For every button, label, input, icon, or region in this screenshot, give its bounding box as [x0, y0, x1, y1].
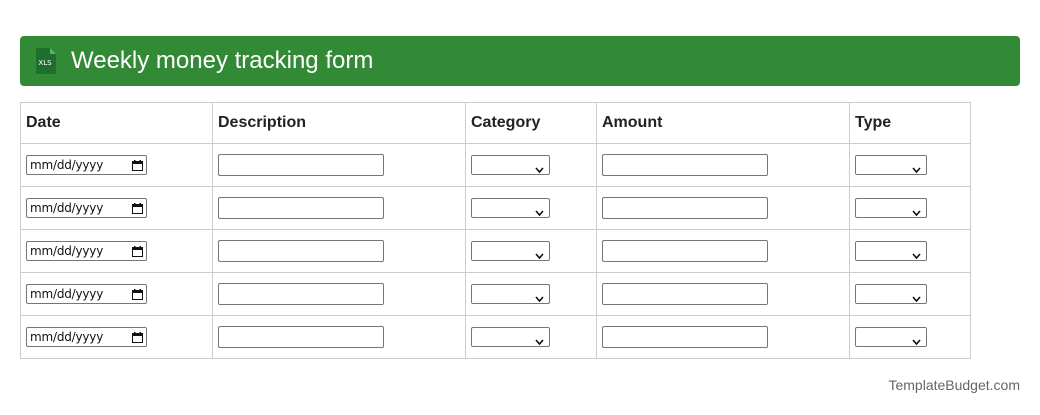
- chevron-down-icon: [535, 161, 544, 174]
- description-cell: [212, 315, 466, 359]
- description-input[interactable]: [218, 154, 384, 176]
- description-input[interactable]: [218, 197, 384, 219]
- date-input[interactable]: mm/dd/yyyy: [26, 241, 147, 261]
- category-cell: [465, 143, 597, 187]
- amount-cell: [596, 315, 850, 359]
- type-select[interactable]: [855, 284, 927, 304]
- date-placeholder: mm/dd/yyyy: [30, 201, 104, 215]
- description-cell: [212, 229, 466, 273]
- xls-icon-label: XLS: [38, 59, 52, 67]
- chevron-down-icon: [912, 247, 921, 260]
- date-cell: mm/dd/yyyy: [20, 143, 213, 187]
- table-row: mm/dd/yyyy: [20, 143, 971, 187]
- amount-cell: [596, 229, 850, 273]
- date-input[interactable]: mm/dd/yyyy: [26, 327, 147, 347]
- money-tracking-table: Date Description Category Amount Type mm…: [20, 102, 971, 359]
- date-cell: mm/dd/yyyy: [20, 272, 213, 316]
- description-cell: [212, 186, 466, 230]
- column-header-description: Description: [212, 102, 466, 144]
- column-header-type: Type: [849, 102, 971, 144]
- description-input[interactable]: [218, 283, 384, 305]
- amount-input[interactable]: [602, 240, 768, 262]
- category-select[interactable]: [471, 198, 550, 218]
- category-cell: [465, 315, 597, 359]
- table-row: mm/dd/yyyy: [20, 229, 971, 273]
- calendar-icon[interactable]: [132, 159, 143, 171]
- category-cell: [465, 272, 597, 316]
- chevron-down-icon: [535, 290, 544, 303]
- amount-input[interactable]: [602, 283, 768, 305]
- amount-cell: [596, 143, 850, 187]
- date-input[interactable]: mm/dd/yyyy: [26, 284, 147, 304]
- column-header-amount: Amount: [596, 102, 850, 144]
- table-header-row: Date Description Category Amount Type: [20, 102, 971, 144]
- table-row: mm/dd/yyyy: [20, 315, 971, 359]
- description-cell: [212, 272, 466, 316]
- type-cell: [849, 143, 971, 187]
- calendar-icon[interactable]: [132, 331, 143, 343]
- chevron-down-icon: [912, 161, 921, 174]
- chevron-down-icon: [912, 290, 921, 303]
- form-header: XLS Weekly money tracking form: [20, 36, 1020, 86]
- type-cell: [849, 186, 971, 230]
- chevron-down-icon: [912, 204, 921, 217]
- description-cell: [212, 143, 466, 187]
- date-cell: mm/dd/yyyy: [20, 229, 213, 273]
- category-select[interactable]: [471, 327, 550, 347]
- column-header-date: Date: [20, 102, 213, 144]
- chevron-down-icon: [535, 247, 544, 260]
- page-title: Weekly money tracking form: [71, 47, 374, 74]
- type-cell: [849, 229, 971, 273]
- category-cell: [465, 186, 597, 230]
- calendar-icon[interactable]: [132, 245, 143, 257]
- calendar-icon[interactable]: [132, 202, 143, 214]
- date-placeholder: mm/dd/yyyy: [30, 330, 104, 344]
- amount-cell: [596, 272, 850, 316]
- amount-input[interactable]: [602, 326, 768, 348]
- description-input[interactable]: [218, 326, 384, 348]
- chevron-down-icon: [535, 204, 544, 217]
- chevron-down-icon: [912, 333, 921, 346]
- description-input[interactable]: [218, 240, 384, 262]
- category-select[interactable]: [471, 284, 550, 304]
- type-select[interactable]: [855, 198, 927, 218]
- date-cell: mm/dd/yyyy: [20, 186, 213, 230]
- site-watermark: TemplateBudget.com: [888, 377, 1020, 393]
- category-select[interactable]: [471, 241, 550, 261]
- date-input[interactable]: mm/dd/yyyy: [26, 155, 147, 175]
- table-row: mm/dd/yyyy: [20, 186, 971, 230]
- type-select[interactable]: [855, 241, 927, 261]
- category-cell: [465, 229, 597, 273]
- amount-cell: [596, 186, 850, 230]
- amount-input[interactable]: [602, 197, 768, 219]
- date-input[interactable]: mm/dd/yyyy: [26, 198, 147, 218]
- date-placeholder: mm/dd/yyyy: [30, 287, 104, 301]
- date-placeholder: mm/dd/yyyy: [30, 158, 104, 172]
- chevron-down-icon: [535, 333, 544, 346]
- xls-file-icon: XLS: [34, 47, 58, 75]
- amount-input[interactable]: [602, 154, 768, 176]
- calendar-icon[interactable]: [132, 288, 143, 300]
- type-select[interactable]: [855, 155, 927, 175]
- date-cell: mm/dd/yyyy: [20, 315, 213, 359]
- column-header-category: Category: [465, 102, 597, 144]
- date-placeholder: mm/dd/yyyy: [30, 244, 104, 258]
- table-row: mm/dd/yyyy: [20, 272, 971, 316]
- category-select[interactable]: [471, 155, 550, 175]
- type-select[interactable]: [855, 327, 927, 347]
- type-cell: [849, 315, 971, 359]
- type-cell: [849, 272, 971, 316]
